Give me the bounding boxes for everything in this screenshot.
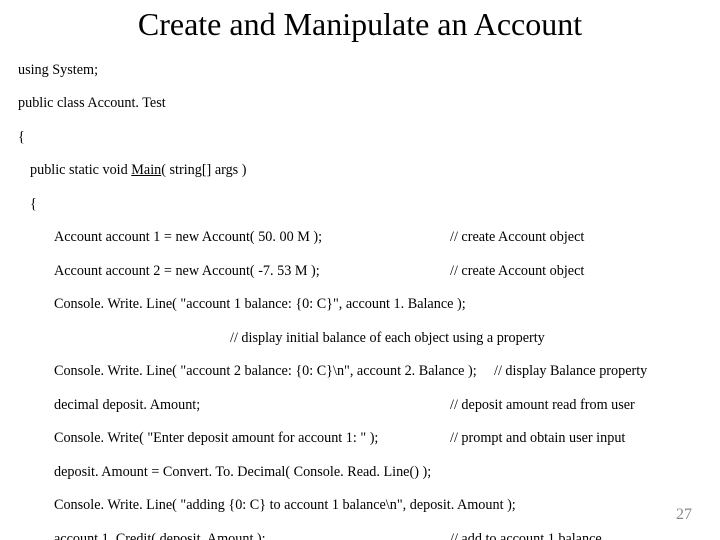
code-line: // display initial balance of each objec… xyxy=(18,330,702,347)
code-line: deposit. Amount = Convert. To. Decimal( … xyxy=(18,464,702,481)
code-line: { xyxy=(18,196,702,213)
code-comment: // create Account object xyxy=(450,229,584,245)
code-comment: // display Balance property xyxy=(494,363,647,379)
code-line: Account account 2 = new Account( -7. 53 … xyxy=(18,263,702,280)
code-comment: // prompt and obtain user input xyxy=(450,430,625,446)
slide-title: Create and Manipulate an Account xyxy=(18,6,702,43)
code-line: using System; xyxy=(18,62,702,79)
main-method: Main xyxy=(131,162,161,178)
code-line: Account account 1 = new Account( 50. 00 … xyxy=(18,229,702,246)
code-line: Console. Write. Line( "account 1 balance… xyxy=(18,296,702,313)
code-line: Console. Write. Line( "adding {0: C} to … xyxy=(18,497,702,514)
code-line: { xyxy=(18,129,702,146)
code-comment: // add to account 1 balance xyxy=(450,531,602,540)
code-line: public static void Main( string[] args ) xyxy=(18,162,702,179)
code-comment: // display initial balance of each objec… xyxy=(230,330,545,347)
code-comment: // create Account object xyxy=(450,263,584,279)
code-line: decimal deposit. Amount;// deposit amoun… xyxy=(18,397,702,414)
slide: Create and Manipulate an Account using S… xyxy=(0,0,720,540)
code-line: account 1. Credit( deposit. Amount );// … xyxy=(18,531,702,540)
code-line: public class Account. Test xyxy=(18,95,702,112)
page-number: 27 xyxy=(676,506,692,524)
code-line: Console. Write( "Enter deposit amount fo… xyxy=(18,430,702,447)
code-block: using System; public class Account. Test… xyxy=(18,45,702,540)
code-line: Console. Write. Line( "account 2 balance… xyxy=(18,363,702,380)
code-comment: // deposit amount read from user xyxy=(450,397,635,413)
